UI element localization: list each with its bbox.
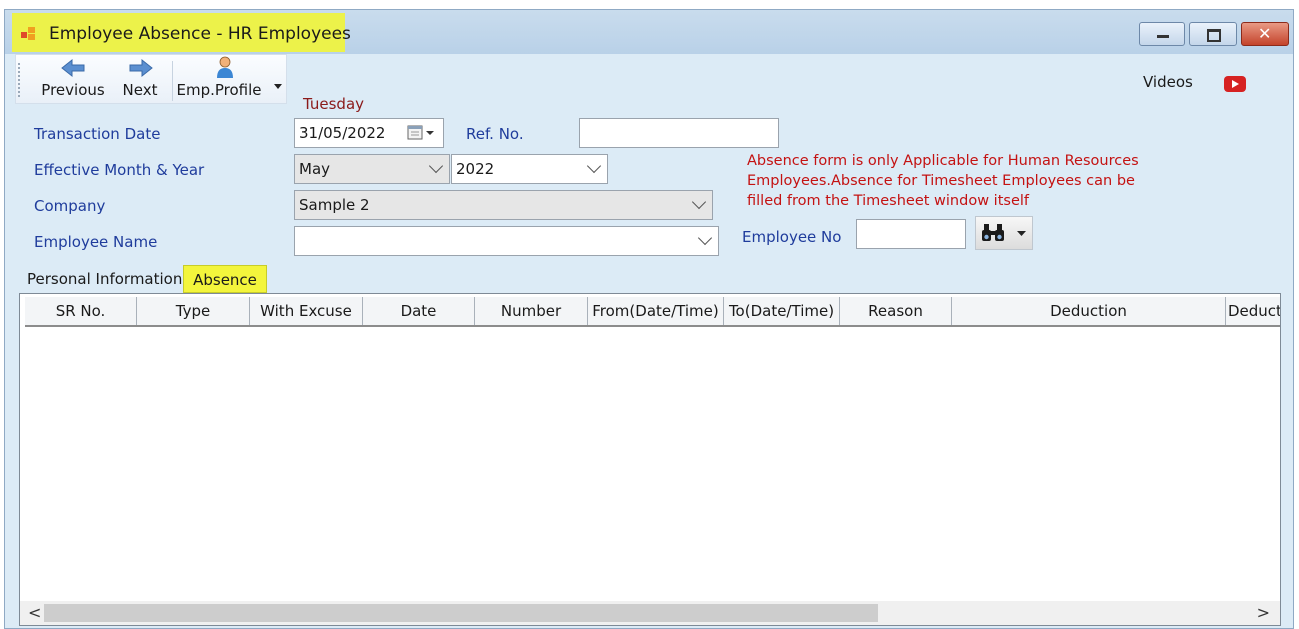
transaction-date-value: 31/05/2022	[299, 124, 386, 142]
scrollbar-thumb[interactable]	[44, 604, 878, 622]
arrow-right-icon	[129, 58, 153, 78]
day-of-week: Tuesday	[303, 95, 365, 113]
next-button[interactable]: Next	[116, 55, 164, 103]
title-bar: Employee Absence - HR Employees ✕	[5, 10, 1293, 54]
tab-personal-information[interactable]: Personal Information	[19, 265, 183, 293]
app-icon	[21, 27, 35, 40]
employee-search-button[interactable]	[975, 216, 1033, 250]
column-header-date[interactable]: Date	[363, 297, 475, 325]
scroll-left-icon[interactable]: <	[28, 603, 41, 622]
user-icon	[217, 56, 233, 78]
column-header-with-excuse[interactable]: With Excuse	[250, 297, 363, 325]
window-title: Employee Absence - HR Employees	[49, 24, 351, 44]
emp-profile-label: Emp.Profile	[176, 81, 262, 99]
transaction-date-picker[interactable]: 31/05/2022	[294, 118, 444, 148]
employee-name-select[interactable]	[294, 226, 719, 256]
close-button[interactable]: ✕	[1241, 22, 1289, 46]
column-header-from[interactable]: From(Date/Time)	[588, 297, 724, 325]
company-value: Sample 2	[299, 196, 370, 214]
column-header-reason[interactable]: Reason	[840, 297, 952, 325]
close-icon: ✕	[1258, 24, 1272, 43]
year-value: 2022	[456, 160, 495, 178]
maximize-icon	[1207, 29, 1221, 42]
minimize-icon	[1157, 35, 1169, 38]
chevron-down-icon	[691, 194, 707, 210]
absence-grid[interactable]: SR No. Type With Excuse Date Number From…	[19, 293, 1281, 626]
toolbar-grip	[18, 63, 20, 97]
videos-label[interactable]: Videos	[1143, 73, 1193, 91]
employee-absence-window: Employee Absence - HR Employees ✕ Previo…	[4, 9, 1294, 629]
calendar-icon[interactable]	[407, 124, 435, 142]
effective-month-year-label: Effective Month & Year	[34, 161, 205, 179]
arrow-left-icon	[61, 58, 85, 78]
column-header-deduction[interactable]: Deduction	[952, 297, 1226, 325]
maximize-button[interactable]	[1189, 22, 1237, 46]
company-label: Company	[34, 197, 106, 215]
youtube-icon[interactable]	[1224, 76, 1246, 92]
employee-no-input[interactable]	[856, 219, 966, 249]
previous-label: Previous	[41, 81, 105, 99]
month-select[interactable]: May	[294, 154, 450, 184]
absence-notice: Absence form is only Applicable for Huma…	[747, 153, 1139, 209]
column-header-sr-no[interactable]: SR No.	[25, 297, 137, 325]
scroll-right-icon[interactable]: >	[1257, 603, 1270, 622]
emp-profile-button[interactable]: Emp.Profile	[176, 55, 282, 103]
chevron-down-icon	[697, 230, 713, 246]
column-header-type[interactable]: Type	[137, 297, 250, 325]
previous-button[interactable]: Previous	[40, 55, 106, 103]
chevron-down-icon	[586, 158, 602, 174]
employee-name-label: Employee Name	[34, 233, 158, 251]
transaction-date-label: Transaction Date	[34, 125, 161, 143]
tab-absence[interactable]: Absence	[183, 265, 267, 293]
chevron-down-icon	[428, 158, 444, 174]
dropdown-arrow-icon	[274, 84, 282, 89]
ref-no-input[interactable]	[579, 118, 779, 148]
minimize-button[interactable]	[1139, 22, 1185, 46]
month-value: May	[299, 160, 331, 178]
grid-header: SR No. Type With Excuse Date Number From…	[25, 297, 1280, 327]
column-header-deduct[interactable]: Deduct	[1226, 297, 1280, 325]
binoculars-icon	[982, 224, 1004, 241]
horizontal-scrollbar[interactable]: < >	[20, 601, 1280, 625]
column-header-number[interactable]: Number	[475, 297, 588, 325]
employee-no-label: Employee No	[742, 228, 842, 246]
next-label: Next	[122, 81, 158, 99]
dropdown-arrow-icon	[1017, 231, 1026, 236]
ref-no-label: Ref. No.	[466, 125, 524, 143]
year-select[interactable]: 2022	[451, 154, 608, 184]
company-select[interactable]: Sample 2	[294, 190, 713, 220]
toolbar: Previous Next Emp.Profile	[15, 54, 287, 104]
column-header-to[interactable]: To(Date/Time)	[724, 297, 840, 325]
